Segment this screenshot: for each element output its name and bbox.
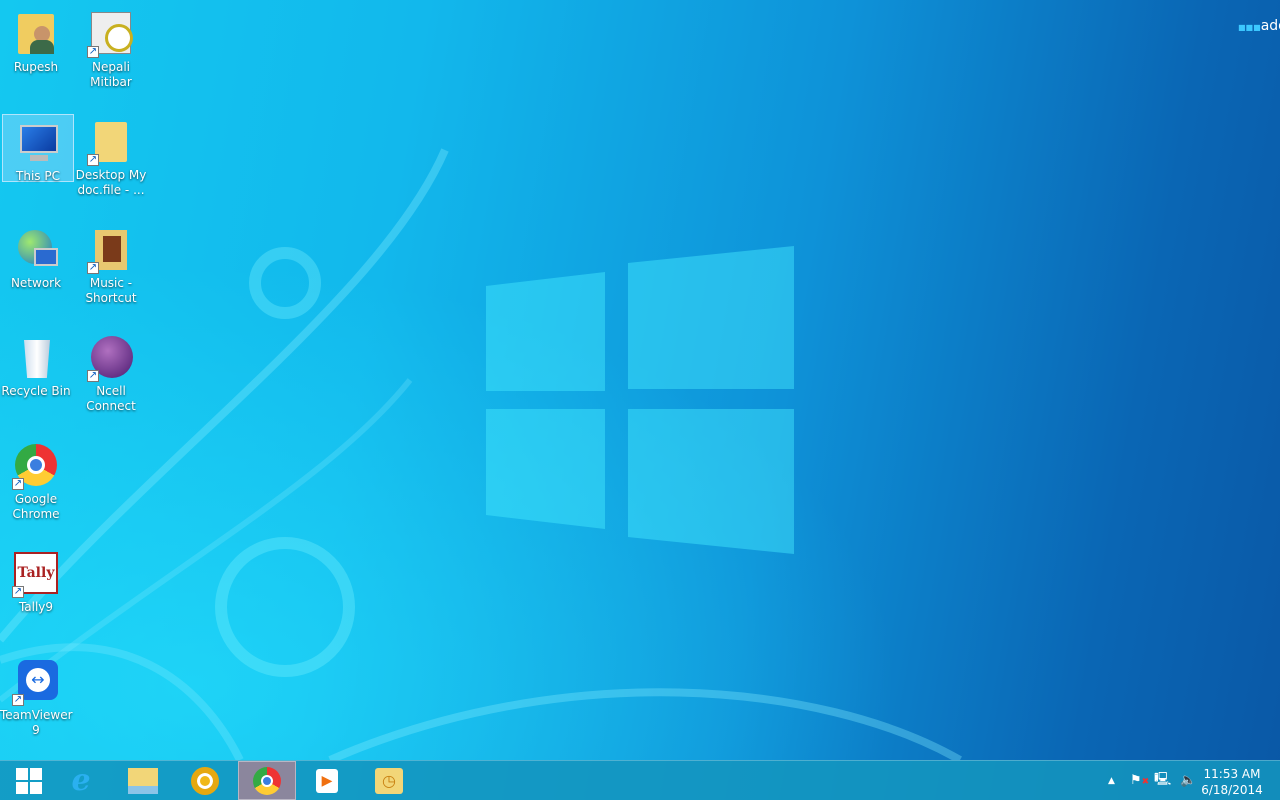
folder-icon: ↗ [87, 118, 135, 166]
desktop-icon-google-chrome[interactable]: ↗ Google Chrome [0, 438, 72, 522]
computer-icon [14, 119, 62, 167]
desktop-icon-nepali-mitibar[interactable]: ↗ Nepali Mitibar [75, 6, 147, 90]
media-player-icon: ▶ [316, 768, 338, 793]
desktop-icon-ncell-connect[interactable]: ↗ Ncell Connect [75, 330, 147, 414]
ncell-icon: ↗ [87, 334, 135, 382]
windows-logo-watermark [628, 409, 794, 554]
wallpaper [0, 0, 1280, 760]
desktop-icon-recycle-bin[interactable]: Recycle Bin [0, 330, 72, 399]
chevron-up-icon: ▲ [1108, 775, 1115, 786]
internet-explorer-icon: e [71, 763, 91, 798]
outlook-icon: ◷ [375, 767, 403, 794]
volume-tray[interactable]: 🔈 [1180, 761, 1196, 800]
windows-start-icon [16, 767, 42, 794]
windows-logo-watermark [486, 409, 605, 529]
desktop-icon-rupesh[interactable]: Rupesh [0, 6, 72, 75]
file-explorer-icon [128, 767, 158, 794]
clock-time: 11:53 AM [1203, 767, 1261, 781]
desktop-icon-this-pc[interactable]: This PC [2, 114, 74, 183]
clock[interactable]: 11:53 AM 6/18/2014 [1200, 766, 1264, 798]
notification-add[interactable]: ■■■add [1238, 18, 1280, 34]
dots-icon: ■■■ [1238, 23, 1261, 32]
desktop-icon-desktop-my-doc[interactable]: ↗ Desktop My doc.file - ... [75, 114, 147, 198]
desktop-icon-network[interactable]: Network [0, 222, 72, 291]
chrome-icon: ↗ [12, 442, 60, 490]
start-button[interactable] [0, 761, 58, 800]
network-icon: 🖳 [1154, 771, 1172, 787]
taskbar-chrome[interactable] [238, 761, 296, 800]
windows-logo-watermark [628, 246, 794, 389]
taskbar-media-player[interactable]: ▶ [298, 761, 356, 800]
taskbar-file-explorer[interactable] [114, 761, 172, 800]
user-folder-icon [12, 10, 60, 58]
desktop-icon-music-shortcut[interactable]: ↗ Music - Shortcut [75, 222, 147, 306]
taskbar-chrome-canary[interactable] [176, 761, 234, 800]
desktop-icon-teamviewer[interactable]: ↔ ↗ TeamViewer 9 [0, 654, 73, 738]
clock-date: 6/18/2014 [1201, 783, 1263, 797]
taskbar-internet-explorer[interactable]: e [52, 761, 110, 800]
recycle-bin-icon [12, 334, 60, 382]
tally-icon: Tally ↗ [12, 550, 60, 598]
chrome-icon [253, 766, 281, 795]
chrome-canary-icon [191, 766, 219, 795]
teamviewer-icon: ↔ ↗ [12, 658, 60, 706]
action-center-flag[interactable]: ⚑✖ [1130, 761, 1149, 800]
taskbar-outlook[interactable]: ◷ [360, 761, 418, 800]
music-folder-icon: ↗ [87, 226, 135, 274]
flag-error-icon: ⚑✖ [1130, 773, 1150, 788]
network-icon [12, 226, 60, 274]
speaker-icon: 🔈 [1180, 773, 1197, 788]
calendar-clock-icon: ↗ [87, 10, 135, 58]
taskbar: e ▶ ◷ ▲ ⚑✖ 🖳 🔈 11:53 AM 6/18/2014 [0, 760, 1280, 800]
windows-logo-watermark [486, 272, 605, 391]
network-tray[interactable]: 🖳 [1154, 761, 1171, 800]
show-hidden-icons-button[interactable]: ▲ [1108, 761, 1115, 800]
desktop-icon-tally9[interactable]: Tally ↗ Tally9 [0, 546, 72, 615]
